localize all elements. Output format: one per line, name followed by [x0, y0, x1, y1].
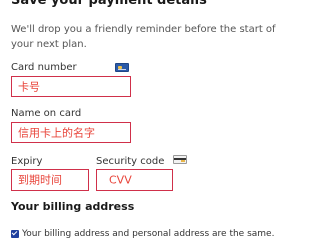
name-on-card-value: 信用卡上的名字	[18, 126, 95, 139]
security-code-field[interactable]: CVV	[96, 169, 173, 191]
security-code-value: CVV	[109, 173, 132, 187]
expiry-field[interactable]: 到期时间	[11, 169, 89, 191]
same-address-checkbox-label[interactable]: Your billing address and personal addres…	[22, 228, 274, 240]
name-on-card-label: Name on card	[11, 108, 82, 119]
card-number-value: 卡号	[18, 80, 40, 93]
billing-address-heading: Your billing address	[11, 200, 135, 213]
expiry-value: 到期时间	[18, 173, 62, 187]
credit-card-icon	[115, 63, 129, 72]
page-subtitle: We'll drop you a friendly reminder befor…	[11, 24, 276, 50]
security-code-label: Security code	[96, 156, 165, 167]
card-number-label: Card number	[11, 62, 77, 73]
security-code-card-icon	[173, 155, 187, 164]
card-number-field[interactable]: 卡号	[11, 76, 131, 97]
expiry-label: Expiry	[11, 156, 43, 167]
page-title: Save your payment details	[11, 0, 207, 8]
name-on-card-field[interactable]: 信用卡上的名字	[11, 122, 131, 143]
same-address-checkbox[interactable]	[11, 230, 19, 238]
